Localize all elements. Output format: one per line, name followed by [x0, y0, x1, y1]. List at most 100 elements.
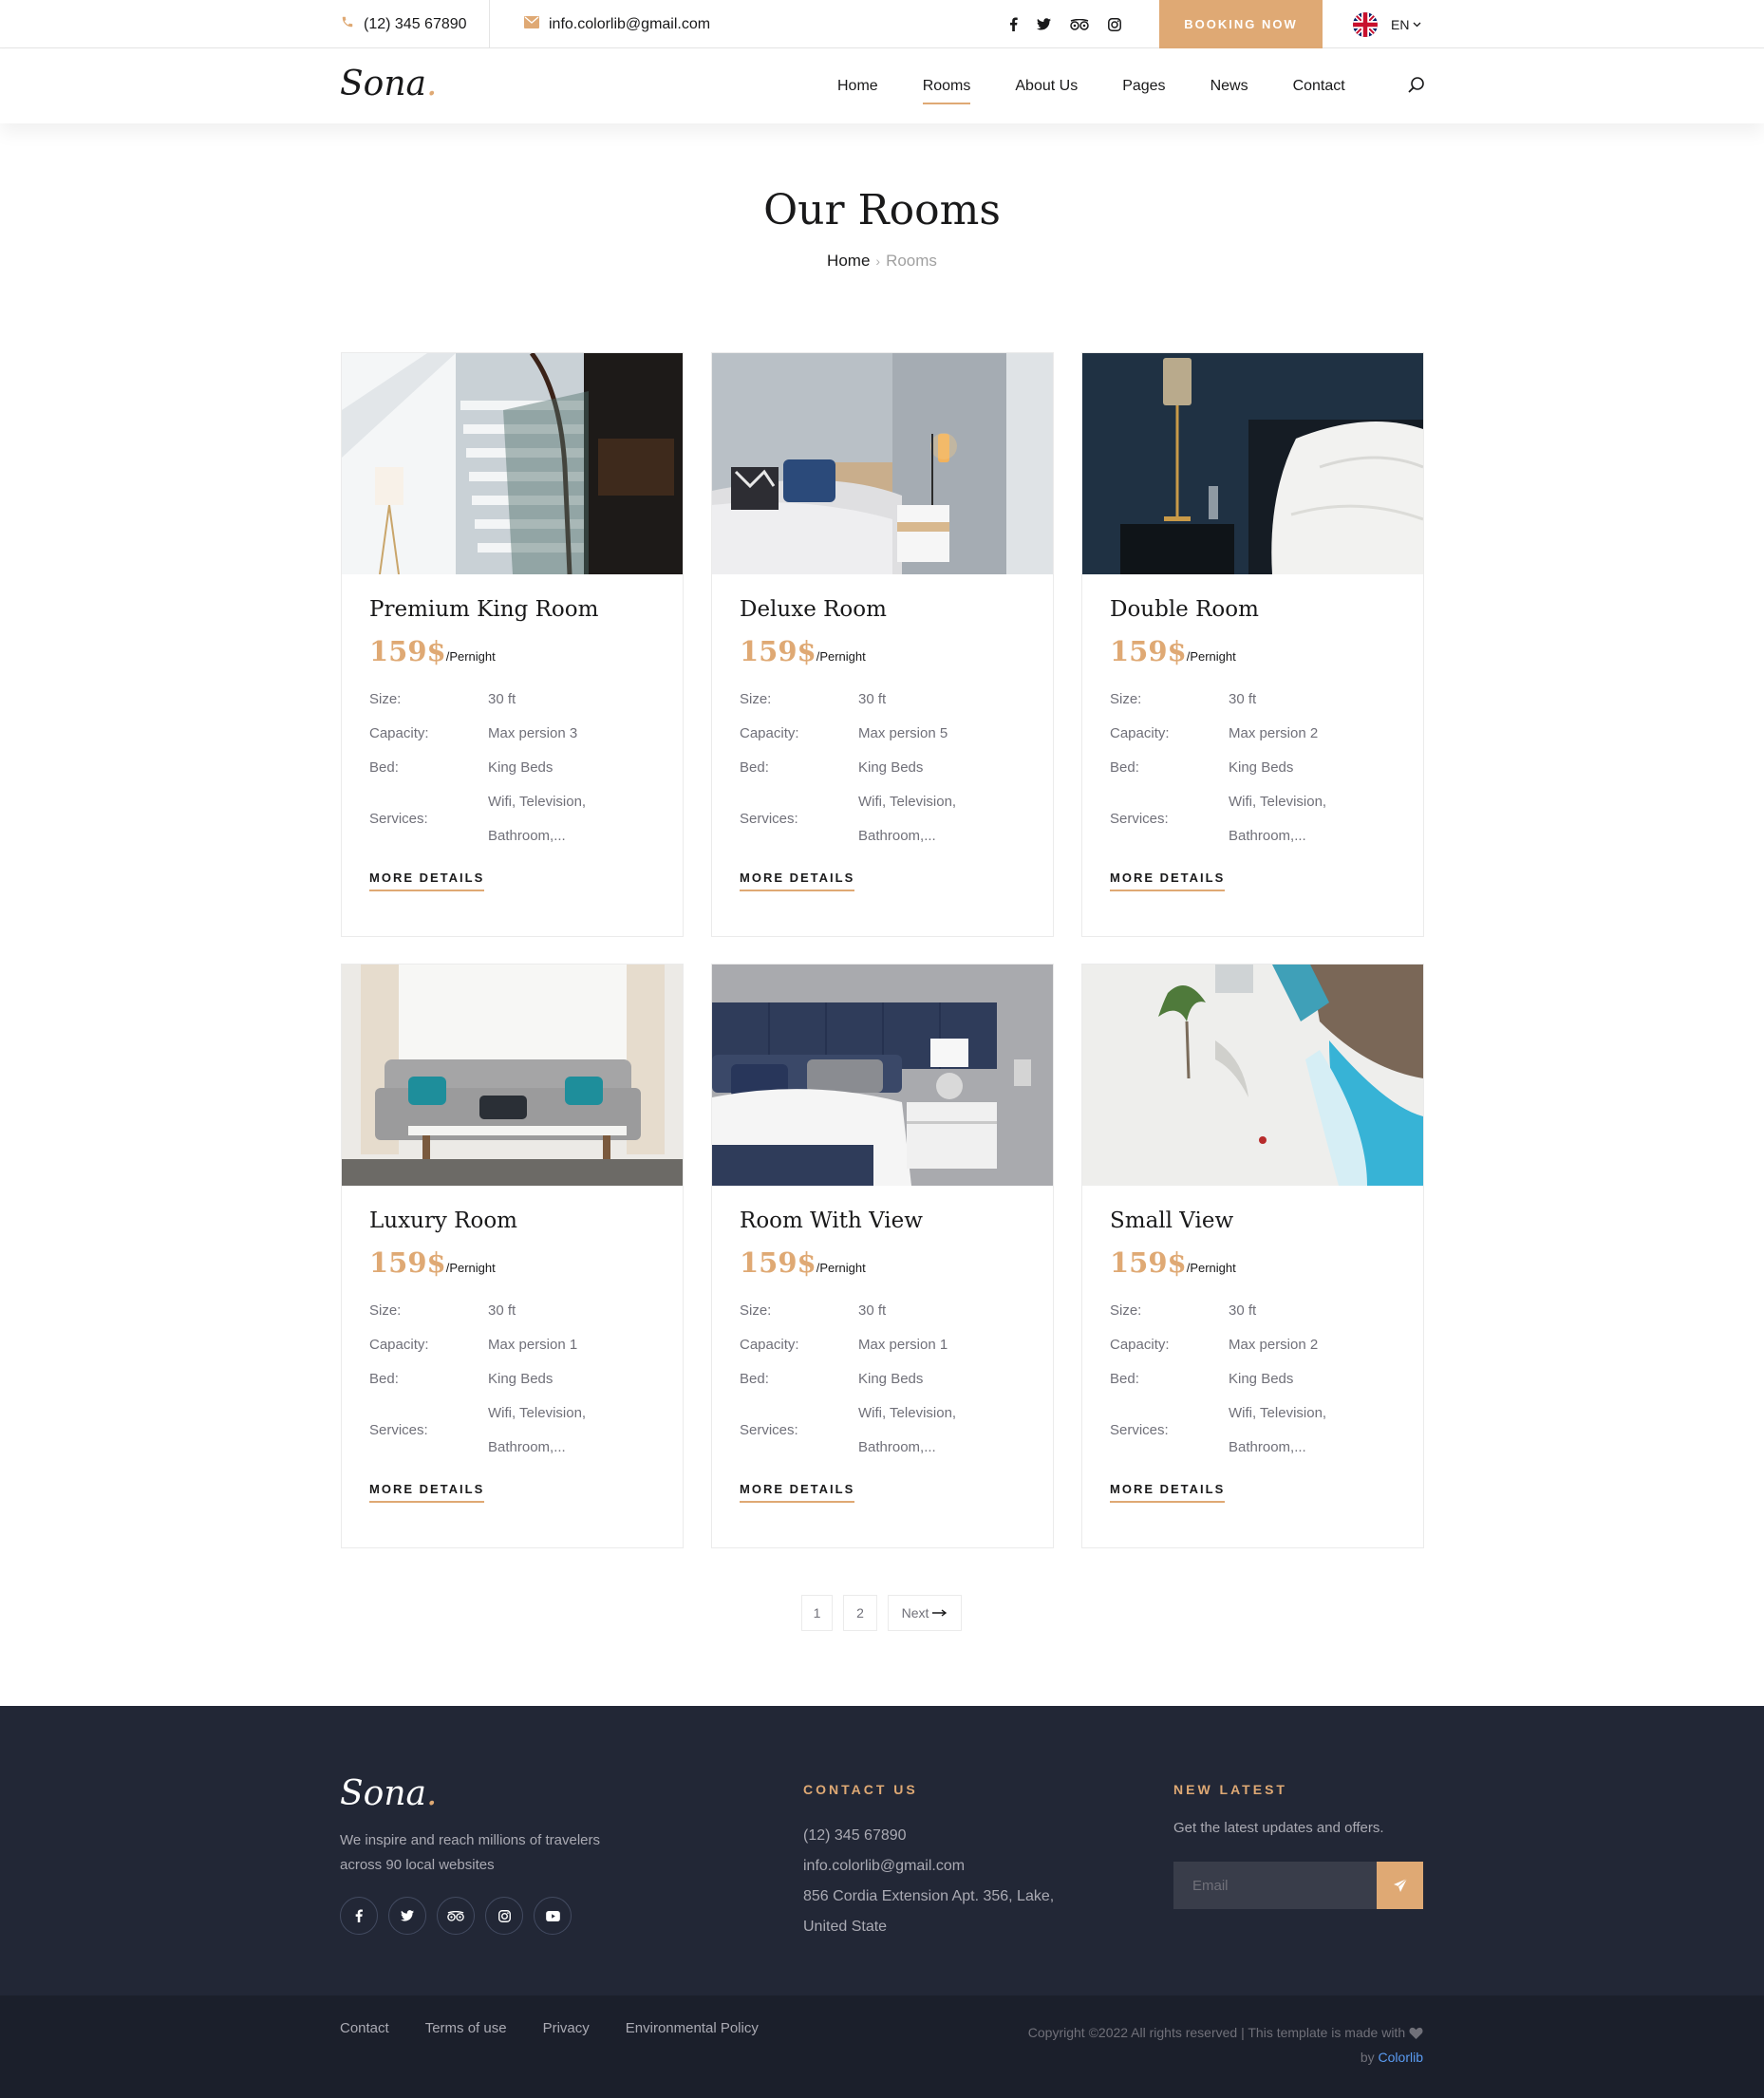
spec-label: Bed: [369, 759, 399, 776]
nav-item-pages[interactable]: Pages [1122, 72, 1165, 101]
spec-services-line: Wifi, Television, [488, 794, 587, 810]
footer-about-text: We inspire and reach millions of travele… [340, 1832, 601, 1873]
spec-services: Wifi, Television, Bathroom,... [1229, 785, 1326, 853]
more-details-link[interactable]: MORE DETAILS [740, 1482, 855, 1503]
contact-phone[interactable]: (12) 345 67890 [803, 1821, 1054, 1851]
spec-services-line: Bathroom,... [858, 828, 936, 844]
pagination-page-2[interactable]: 2 [843, 1595, 877, 1631]
room-name: Small View [1110, 1208, 1234, 1233]
footer-contact: (12) 345 67890 info.colorlib@gmail.com 8… [803, 1821, 1054, 1942]
facebook-icon[interactable] [1009, 17, 1018, 31]
spec-bed: King Beds [1229, 1371, 1294, 1387]
spec-services: Wifi, Television, Bathroom,... [1229, 1396, 1326, 1465]
pagination-next-label: Next [901, 1605, 929, 1620]
footer-logo-dot: . [425, 1774, 438, 1813]
footer-link-environmental-policy[interactable]: Environmental Policy [626, 2020, 759, 2036]
newsletter-submit-button[interactable] [1377, 1862, 1423, 1909]
tripadvisor-icon[interactable] [1070, 18, 1089, 30]
youtube-icon[interactable] [534, 1897, 572, 1935]
site-logo[interactable]: Sona. [340, 65, 437, 103]
copyright-by: by [1360, 2050, 1375, 2065]
search-icon[interactable] [1406, 75, 1427, 96]
spec-size: 30 ft [1229, 1302, 1257, 1319]
facebook-icon[interactable] [340, 1897, 378, 1935]
more-details-link[interactable]: MORE DETAILS [1110, 1482, 1226, 1503]
spec-label: Services: [1110, 1422, 1169, 1438]
contact-email[interactable]: info.colorlib@gmail.com [803, 1851, 1054, 1882]
topbar-phone[interactable]: (12) 345 67890 [341, 0, 467, 48]
phone-icon [341, 15, 354, 33]
instagram-icon[interactable] [1108, 17, 1121, 31]
pagination-page-1[interactable]: 1 [801, 1595, 833, 1631]
spec-size: 30 ft [488, 1302, 516, 1319]
spec-capacity: Max persion 1 [858, 1337, 948, 1353]
envelope-icon [524, 15, 539, 33]
spec-services-line: Wifi, Television, [1229, 794, 1327, 810]
footer-logo[interactable]: Sona. [340, 1774, 437, 1813]
twitter-icon[interactable] [388, 1897, 426, 1935]
spec-label: Bed: [740, 759, 769, 776]
spec-label: Bed: [1110, 759, 1139, 776]
room-photo[interactable] [342, 353, 683, 574]
copyright: Copyright ©2022 All rights reserved | Th… [949, 2020, 1423, 2070]
room-photo[interactable] [1082, 965, 1423, 1186]
newsletter-email-input[interactable]: Email [1173, 1862, 1377, 1909]
spec-services-line: Bathroom,... [858, 1439, 936, 1455]
spec-capacity: Max persion 3 [488, 725, 578, 741]
spec-services-line: Bathroom,... [488, 1439, 566, 1455]
more-details-link[interactable]: MORE DETAILS [369, 871, 485, 891]
nav-item-contact[interactable]: Contact [1293, 72, 1345, 101]
spec-bed: King Beds [488, 759, 554, 776]
nav-item-about-us[interactable]: About Us [1015, 72, 1078, 101]
room-name: Deluxe Room [740, 597, 887, 622]
spec-capacity: Max persion 1 [488, 1337, 578, 1353]
spec-label: Services: [740, 1422, 798, 1438]
breadcrumb-home[interactable]: Home [827, 252, 870, 270]
language-selector[interactable]: EN [1353, 0, 1421, 48]
room-name: Double Room [1110, 597, 1259, 622]
instagram-icon[interactable] [485, 1897, 523, 1935]
twitter-icon[interactable] [1037, 18, 1051, 30]
colorlib-link[interactable]: Colorlib [1379, 2050, 1423, 2065]
spec-size: 30 ft [488, 691, 516, 707]
nav-item-rooms[interactable]: Rooms [922, 72, 970, 104]
room-photo[interactable] [712, 965, 1053, 1186]
room-price-value: 159$ [740, 1246, 816, 1279]
room-specs: Size: 30 ft Capacity: Max persion 3 Bed: Ki… [369, 683, 586, 853]
room-photo[interactable] [1082, 353, 1423, 574]
page-title: Our Rooms [763, 186, 1001, 234]
topbar-email[interactable]: info.colorlib@gmail.com [524, 0, 710, 48]
site-footer: Sona. We inspire and reach millions of t… [0, 1706, 1764, 2098]
spec-label: Size: [740, 1302, 772, 1319]
room-card: Small View 159$/Pernight Size: 30 ft Capa… [1081, 964, 1424, 1548]
room-photo[interactable] [342, 965, 683, 1186]
room-photo[interactable] [712, 353, 1053, 574]
topbar-divider [489, 0, 490, 48]
newsletter-text: Get the latest updates and offers. [1173, 1820, 1384, 1836]
logo-text: Sona [340, 65, 426, 103]
pagination-next[interactable]: Next [888, 1595, 962, 1631]
more-details-link[interactable]: MORE DETAILS [1110, 871, 1226, 891]
room-price: 159$/Pernight [1110, 635, 1397, 667]
more-details-link[interactable]: MORE DETAILS [740, 871, 855, 891]
booking-now-button[interactable]: BOOKING NOW [1159, 0, 1323, 48]
spec-label: Size: [740, 691, 772, 707]
footer-link-privacy[interactable]: Privacy [543, 2020, 590, 2036]
more-details-link[interactable]: MORE DETAILS [369, 1482, 485, 1503]
room-specs: Size: 30 ft Capacity: Max persion 1 Bed: Ki… [369, 1294, 586, 1465]
room-price-unit: /Pernight [1186, 1261, 1236, 1275]
uk-flag-icon [1353, 11, 1378, 37]
tripadvisor-icon[interactable] [437, 1897, 475, 1935]
spec-services-line: Wifi, Television, [858, 794, 957, 810]
nav-item-home[interactable]: Home [837, 72, 878, 101]
footer-link-terms[interactable]: Terms of use [425, 2020, 507, 2036]
nav-item-news[interactable]: News [1210, 72, 1248, 101]
chevron-down-icon [1413, 22, 1421, 28]
spec-services-line: Bathroom,... [488, 828, 566, 844]
send-icon [1393, 1878, 1408, 1893]
spec-label: Services: [369, 1422, 428, 1438]
footer-link-contact[interactable]: Contact [340, 2020, 389, 2036]
spec-label: Capacity: [740, 725, 799, 741]
spec-label: Capacity: [740, 1337, 799, 1353]
room-name: Luxury Room [369, 1208, 517, 1233]
